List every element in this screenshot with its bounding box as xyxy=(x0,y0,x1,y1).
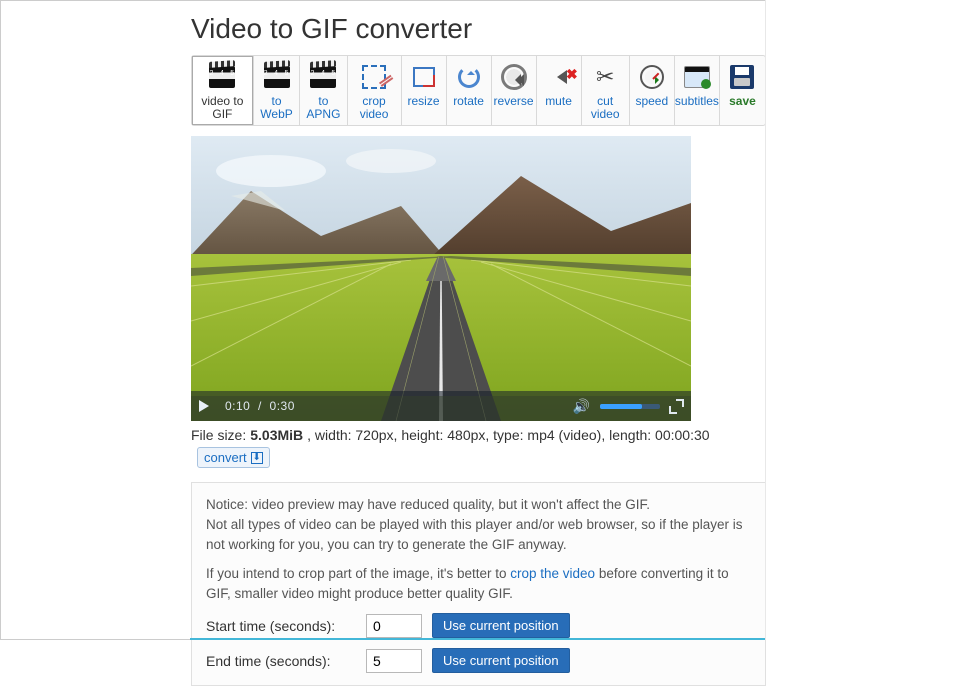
notice-text-1: Notice: video preview may have reduced q… xyxy=(206,495,751,554)
tool-save[interactable]: save xyxy=(720,56,765,125)
tool-label: to WebP xyxy=(259,95,295,121)
resize-icon xyxy=(409,62,439,92)
tool-subtitles[interactable]: subtitles xyxy=(675,56,720,125)
tool-label: mute xyxy=(545,95,572,108)
video-frame-image xyxy=(191,136,691,421)
volume-icon[interactable]: 🔊 xyxy=(573,398,590,415)
tool-label: speed xyxy=(635,95,668,108)
tool-label: rotate xyxy=(453,95,484,108)
end-time-input[interactable] xyxy=(366,649,422,673)
speedometer-icon xyxy=(637,62,667,92)
tool-label: crop video xyxy=(353,95,396,121)
clapper-icon: 2 4 5 xyxy=(262,62,292,92)
end-time-label: End time (seconds): xyxy=(206,651,356,671)
fullscreen-button[interactable] xyxy=(670,400,683,413)
file-dimensions: , width: 720px, height: 480px, type: mp4… xyxy=(307,427,709,443)
tool-video-to-gif[interactable]: 2 4 5 video to GIF xyxy=(192,56,254,125)
file-size-value: 5.03MiB xyxy=(250,427,303,443)
subtitles-icon xyxy=(682,62,712,92)
volume-slider[interactable] xyxy=(600,404,660,409)
end-time-row: End time (seconds): Use current position xyxy=(206,648,751,673)
clapper-icon: 2 4 5 xyxy=(308,62,338,92)
tool-to-apng[interactable]: 2 4 5 to APNG xyxy=(300,56,347,125)
tool-label: cut video xyxy=(587,95,624,121)
notice-text-2: If you intend to crop part of the image,… xyxy=(206,564,751,603)
play-button[interactable] xyxy=(199,400,215,412)
tool-label: subtitles xyxy=(675,95,719,108)
tool-label: save xyxy=(729,95,756,108)
tool-cut-video[interactable]: ✂ cut video xyxy=(582,56,630,125)
clapper-icon: 2 4 5 xyxy=(207,62,237,92)
tool-crop-video[interactable]: crop video xyxy=(348,56,402,125)
crop-pen-icon xyxy=(359,62,389,92)
right-sidebar xyxy=(765,0,960,640)
crop-video-link[interactable]: crop the video xyxy=(510,566,595,581)
tool-rotate[interactable]: rotate xyxy=(447,56,492,125)
use-current-end-button[interactable]: Use current position xyxy=(432,648,570,673)
page-title: Video to GIF converter xyxy=(191,13,766,45)
tool-label: reverse xyxy=(494,95,534,108)
convert-button[interactable]: convert ⬇ xyxy=(197,447,270,468)
mute-icon xyxy=(544,62,574,92)
toolbar: 2 4 5 video to GIF 2 4 5 to WebP 2 4 5 t… xyxy=(191,55,766,126)
use-current-start-button[interactable]: Use current position xyxy=(432,613,570,638)
tool-label: to APNG xyxy=(305,95,341,121)
tool-resize[interactable]: resize xyxy=(402,56,447,125)
video-preview[interactable]: 0:10 / 0:30 🔊 xyxy=(191,136,691,421)
start-time-input[interactable] xyxy=(366,614,422,638)
start-time-row: Start time (seconds): Use current positi… xyxy=(206,613,751,638)
tool-label: resize xyxy=(408,95,440,108)
tool-speed[interactable]: speed xyxy=(630,56,675,125)
video-time: 0:10 / 0:30 xyxy=(225,399,295,413)
tool-to-webp[interactable]: 2 4 5 to WebP xyxy=(254,56,301,125)
reverse-icon xyxy=(499,62,529,92)
start-time-label: Start time (seconds): xyxy=(206,616,356,636)
floppy-save-icon xyxy=(727,62,757,92)
scissors-icon: ✂ xyxy=(590,62,620,92)
rotate-icon xyxy=(454,62,484,92)
tool-label: video to GIF xyxy=(197,95,248,121)
file-size-label: File size: xyxy=(191,427,246,443)
tool-mute[interactable]: mute xyxy=(537,56,582,125)
notice-panel: Notice: video preview may have reduced q… xyxy=(191,482,766,686)
tool-reverse[interactable]: reverse xyxy=(492,56,537,125)
video-controls: 0:10 / 0:30 🔊 xyxy=(191,391,691,421)
file-info: File size: 5.03MiB , width: 720px, heigh… xyxy=(191,427,766,468)
download-arrow-icon: ⬇ xyxy=(251,452,263,464)
